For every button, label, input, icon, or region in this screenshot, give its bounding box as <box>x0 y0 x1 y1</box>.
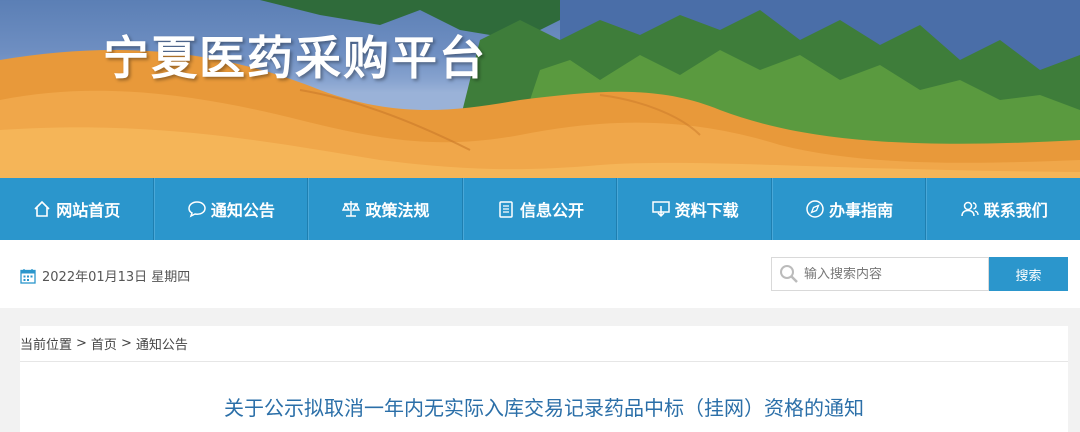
breadcrumb-prefix: 当前位置 <box>20 338 73 353</box>
nav-item-label: 资料下载 <box>674 201 739 220</box>
header-banner: 宁夏医药采购平台 <box>0 0 1080 178</box>
breadcrumb: 当前位置 > 首页 > 通知公告 <box>20 326 1068 362</box>
nav-item-label: 通知公告 <box>210 201 275 220</box>
nav-item-policies[interactable]: 政策法规 <box>308 178 463 240</box>
breadcrumb-home-link[interactable]: 首页 <box>91 334 117 353</box>
download-icon <box>651 199 671 219</box>
current-date: 2022年01月13日 星期四 <box>20 266 190 285</box>
nav-item-guide[interactable]: 办事指南 <box>771 178 927 240</box>
users-icon <box>960 199 980 219</box>
nav-item-contact[interactable]: 联系我们 <box>926 178 1080 240</box>
search-icon <box>780 265 798 283</box>
home-icon <box>32 199 52 219</box>
nav-item-label: 政策法规 <box>365 201 430 220</box>
content-panel: 当前位置 > 首页 > 通知公告 关于公示拟取消一年内无实际入库交易记录药品中标… <box>20 326 1068 432</box>
breadcrumb-separator: > <box>120 336 132 351</box>
nav-item-home[interactable]: 网站首页 <box>0 178 154 240</box>
scale-icon <box>341 199 361 219</box>
nav-item-label: 联系我们 <box>983 201 1048 220</box>
nav-item-label: 办事指南 <box>829 201 894 220</box>
breadcrumb-current-link[interactable]: 通知公告 <box>136 334 188 353</box>
nav-item-disclosure[interactable]: 信息公开 <box>462 178 618 240</box>
nav-item-downloads[interactable]: 资料下载 <box>617 178 772 240</box>
main-nav: 网站首页 通知公告 政策法规 信息公开 资料下载 办事指南 联系我们 <box>0 178 1080 240</box>
search-button[interactable]: 搜索 <box>989 257 1068 291</box>
search-input[interactable] <box>804 266 984 282</box>
nav-item-label: 网站首页 <box>56 201 121 220</box>
calendar-icon <box>20 268 36 284</box>
nav-item-notices[interactable]: 通知公告 <box>153 178 309 240</box>
info-bar: 2022年01月13日 星期四 搜索 <box>0 240 1080 308</box>
date-text: 2022年01月13日 星期四 <box>42 270 191 285</box>
chat-bubble-icon <box>187 199 207 219</box>
nav-item-label: 信息公开 <box>520 201 585 220</box>
search-box <box>771 257 989 291</box>
breadcrumb-separator: > <box>76 336 87 351</box>
compass-icon <box>805 199 825 219</box>
site-title: 宁夏医药采购平台 <box>103 31 487 85</box>
document-icon <box>496 199 516 219</box>
article-title: 关于公示拟取消一年内无实际入库交易记录药品中标（挂网）资格的通知 <box>224 396 864 420</box>
